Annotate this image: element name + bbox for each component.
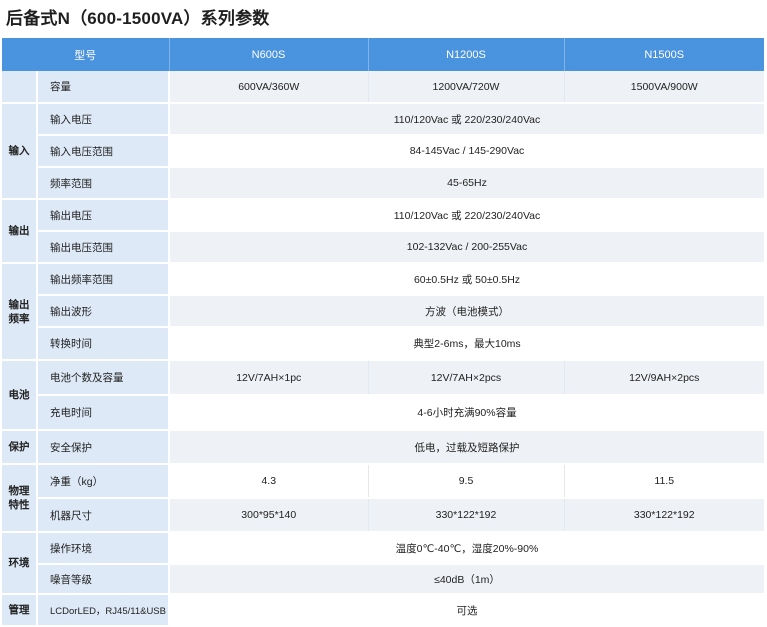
model-label-header: 型号: [2, 38, 170, 71]
row-management: 管理 LCDorLED，RJ45/11&USB 可选: [2, 594, 764, 627]
row-weight: 物理 特性 净重（kg） 4.3 9.5 11.5: [2, 464, 764, 533]
value-capacity-n1200s: 1200VA/720W: [368, 71, 565, 104]
group-output: 输出: [2, 199, 38, 264]
value-battery-count-n1200s: 12V/7AH×2pcs: [368, 360, 565, 396]
param-weight: 净重（kg）: [37, 464, 170, 499]
row-transfer-time: 转换时间 典型2-6ms，最大10ms: [2, 327, 764, 361]
row-capacity: 容量 600VA/360W 1200VA/720W 1500VA/900W: [2, 71, 764, 104]
value-operating: 温度0℃-40℃，湿度20%-90%: [169, 532, 764, 565]
row-charge-time: 充电时间 4-6小时充满90%容量: [2, 395, 764, 431]
row-noise: 噪音等级 ≤40dB（1m）: [2, 564, 764, 595]
value-input-voltage: 110/120Vac 或 220/230/240Vac: [169, 103, 764, 136]
param-output-freq-range: 输出频率范围: [37, 263, 170, 296]
row-waveform: 输出波形 方波（电池模式）: [2, 295, 764, 328]
spec-page: 后备式N（600-1500VA）系列参数 型号 N600S N1200S N15…: [0, 0, 767, 627]
value-dimensions-n600s: 300*95*140: [169, 498, 369, 533]
group-cell-empty: [2, 71, 38, 104]
value-weight-n1200s: 9.5: [368, 464, 565, 499]
param-dimensions: 机器尺寸: [37, 498, 170, 533]
value-capacity-n1500s: 1500VA/900W: [564, 71, 764, 104]
value-transfer-time: 典型2-6ms，最大10ms: [169, 327, 764, 361]
row-output-voltage: 输出 输出电压 110/120Vac 或 220/230/240Vac: [2, 199, 764, 264]
spec-table: 型号 N600S N1200S N1500S 容量 600VA/360W 120…: [2, 38, 764, 627]
param-waveform: 输出波形: [37, 295, 170, 328]
row-freq-range: 频率范围 45-65Hz: [2, 167, 764, 200]
value-weight-n600s: 4.3: [169, 464, 369, 499]
param-safety: 安全保护: [37, 430, 170, 465]
param-input-voltage: 输入电压: [37, 103, 170, 136]
param-management-interface: LCDorLED，RJ45/11&USB: [37, 594, 170, 627]
group-physical-line2: 特性: [8, 499, 30, 511]
param-capacity: 容量: [37, 71, 170, 104]
value-management-interface: 可选: [169, 594, 764, 627]
model-header-n1500s: N1500S: [564, 38, 764, 71]
group-output-freq: 输出 频率: [2, 263, 38, 361]
row-input-voltage: 输入 输入电压 110/120Vac 或 220/230/240Vac: [2, 103, 764, 200]
group-output-freq-line1: 输出: [8, 298, 30, 311]
model-header-n1200s: N1200S: [368, 38, 565, 71]
header-row: 型号 N600S N1200S N1500S: [2, 38, 764, 71]
model-header-n600s: N600S: [169, 38, 369, 71]
value-battery-count-n1500s: 12V/9AH×2pcs: [564, 360, 764, 396]
group-protection: 保护: [2, 430, 38, 465]
value-battery-count-n600s: 12V/7AH×1pc: [169, 360, 369, 396]
row-input-voltage-range: 输入电压范围 84-145Vac / 145-290Vac: [2, 135, 764, 168]
param-output-voltage-range: 输出电压范围: [37, 231, 170, 264]
param-noise: 噪音等级: [37, 564, 170, 595]
group-environment: 环境: [2, 532, 38, 595]
group-output-freq-line2: 频率: [8, 312, 30, 325]
group-battery: 电池: [2, 360, 38, 431]
param-output-voltage: 输出电压: [37, 199, 170, 232]
param-transfer-time: 转换时间: [37, 327, 170, 361]
value-capacity-n600s: 600VA/360W: [169, 71, 369, 104]
row-output-freq-range: 输出 频率 输出频率范围 60±0.5Hz 或 50±0.5Hz: [2, 263, 764, 361]
value-noise: ≤40dB（1m）: [169, 564, 764, 595]
param-charge-time: 充电时间: [37, 395, 170, 431]
group-physical-line1: 物理: [8, 485, 30, 497]
group-input: 输入: [2, 103, 38, 200]
value-waveform: 方波（电池模式）: [169, 295, 764, 328]
param-input-voltage-range: 输入电压范围: [37, 135, 170, 168]
group-management: 管理: [2, 594, 38, 627]
row-operating: 环境 操作环境 温度0℃-40℃，湿度20%-90%: [2, 532, 764, 595]
value-output-voltage: 110/120Vac 或 220/230/240Vac: [169, 199, 764, 232]
value-charge-time: 4-6小时充满90%容量: [169, 395, 764, 431]
value-input-voltage-range: 84-145Vac / 145-290Vac: [169, 135, 764, 168]
param-battery-count: 电池个数及容量: [37, 360, 170, 396]
param-operating: 操作环境: [37, 532, 170, 565]
row-output-voltage-range: 输出电压范围 102-132Vac / 200-255Vac: [2, 231, 764, 264]
value-output-freq-range: 60±0.5Hz 或 50±0.5Hz: [169, 263, 764, 296]
page-title: 后备式N（600-1500VA）系列参数: [6, 9, 270, 28]
value-freq-range: 45-65Hz: [169, 167, 764, 200]
value-dimensions-n1500s: 330*122*192: [564, 498, 764, 533]
value-safety: 低电，过载及短路保护: [169, 430, 764, 465]
param-freq-range: 频率范围: [37, 167, 170, 200]
value-output-voltage-range: 102-132Vac / 200-255Vac: [169, 231, 764, 264]
value-weight-n1500s: 11.5: [564, 464, 764, 499]
value-dimensions-n1200s: 330*122*192: [368, 498, 565, 533]
group-physical: 物理 特性: [2, 464, 38, 533]
row-safety: 保护 安全保护 低电，过载及短路保护: [2, 430, 764, 465]
row-dimensions: 机器尺寸 300*95*140 330*122*192 330*122*192: [2, 498, 764, 533]
row-battery-count: 电池 电池个数及容量 12V/7AH×1pc 12V/7AH×2pcs 12V/…: [2, 360, 764, 431]
